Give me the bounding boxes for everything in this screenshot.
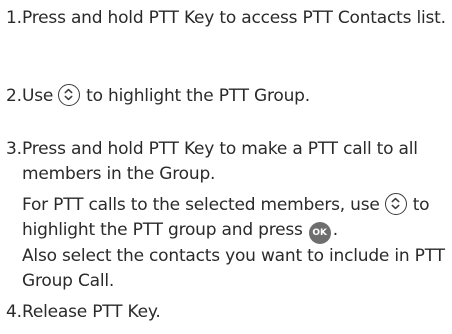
note-text-line-2: Also select the contacts you want to inc… — [22, 246, 445, 291]
step-number: 4. — [6, 302, 22, 322]
step-text: Press and hold PTT Key to make a PTT cal… — [22, 139, 418, 184]
step-3: 3. Press and hold PTT Key to make a PTT … — [6, 137, 446, 294]
step-text: Press and hold PTT Key to access PTT Con… — [22, 8, 446, 28]
step-3-note: For PTT calls to the selected members, u… — [6, 193, 446, 294]
step-text: Use to highlight the PTT Group. — [6, 84, 446, 109]
note-text-part-3: . — [332, 220, 338, 240]
step-1: 1. Press and hold PTT Key to access PTT … — [6, 6, 446, 31]
step-text-before-icon: Use — [22, 86, 54, 106]
step-text-after-icon: to highlight the PTT Group. — [86, 86, 310, 106]
step-text: Release PTT Key. — [22, 302, 161, 322]
step-number: 1. — [6, 8, 22, 28]
step-4: 4. Release PTT Key. — [6, 300, 446, 325]
ok-key-icon: OK — [308, 222, 331, 244]
navigation-key-icon — [58, 84, 81, 106]
step-number: 3. — [6, 139, 22, 159]
step-number: 2. — [6, 86, 22, 106]
navigation-key-icon — [384, 193, 407, 215]
note-text-part-1: For PTT calls to the selected members, u… — [22, 195, 380, 215]
step-2: 2. Use to highlight the PTT Group. — [6, 84, 446, 109]
manual-page: { "steps": [ { "number": "1.", "text": "… — [0, 0, 452, 334]
